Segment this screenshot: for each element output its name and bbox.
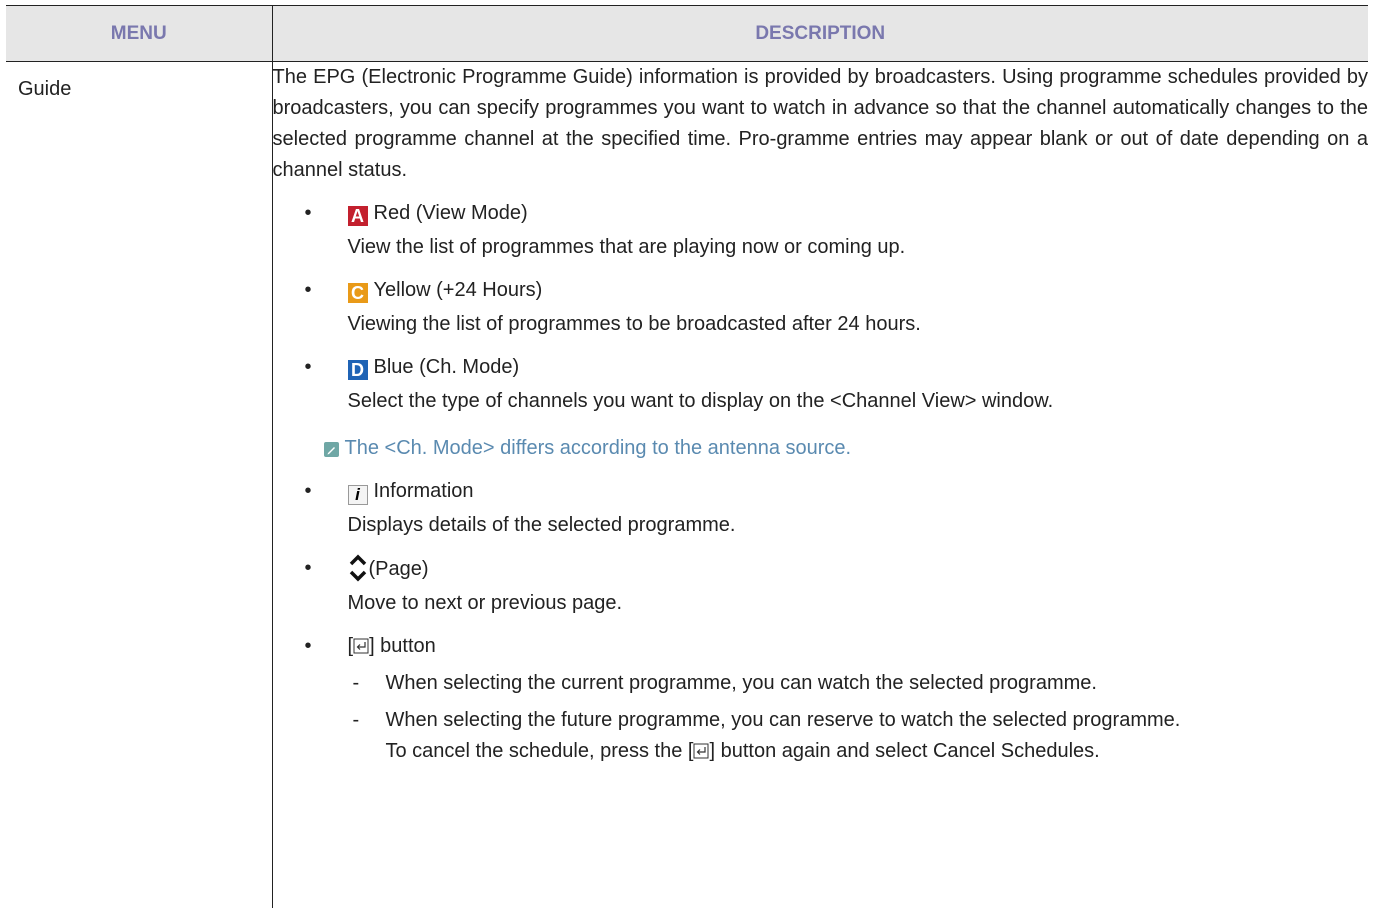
list-item-yellow: • C Yellow (+24 Hours) Viewing the list o… [273,275,1369,340]
note-pencil-icon [324,442,339,457]
dash: - [353,668,360,699]
sub-item-future: - When selecting the future programme, y… [273,705,1369,767]
blue-description: Select the type of channels you want to … [348,386,1369,417]
blue-d-key-icon: D [348,360,368,380]
info-key-icon: i [348,485,368,505]
note-text: The <Ch. Mode> differs according to the … [345,437,852,459]
red-a-key-icon: A [348,206,368,226]
table-header-row: MENU DESCRIPTION [6,6,1368,62]
list-item-page: • (Page) Move to next or previous page. [273,553,1369,619]
page-description: Move to next or previous page. [348,588,1369,619]
yellow-title: Yellow (+24 Hours) [374,279,543,301]
information-description: Displays details of the selected program… [348,510,1369,541]
enter-button-icon [353,633,369,649]
header-description: DESCRIPTION [272,6,1368,62]
yellow-c-key-icon: C [348,283,368,303]
bullet: • [305,198,312,229]
menu-cell-guide: Guide [6,62,272,908]
sub-item-future-line1: When selecting the future programme, you… [386,709,1181,731]
bullet: • [305,476,312,507]
bullet: • [305,631,312,662]
header-menu: MENU [6,6,272,62]
information-title: Information [374,480,474,502]
dash: - [353,705,360,736]
list-item-red: • A Red (View Mode) View the list of prog… [273,198,1369,263]
red-title: Red (View Mode) [374,202,528,224]
yellow-description: Viewing the list of programmes to be bro… [348,309,1369,340]
list-item-enter: • [ ] button [273,631,1369,662]
bullet: • [305,275,312,306]
red-description: View the list of programmes that are pla… [348,232,1369,263]
sub-item-current-text: When selecting the current programme, yo… [386,672,1097,694]
list-item-information: • i Information Displays details of the s… [273,476,1369,541]
intro-paragraph: The EPG (Electronic Programme Guide) inf… [273,62,1369,186]
note: The <Ch. Mode> differs according to the … [273,433,1369,464]
enter-button-icon [693,738,709,754]
bullet: • [305,352,312,383]
page-up-down-icon [348,553,368,583]
menu-table: MENU DESCRIPTION Guide The EPG (Electron… [6,5,1368,908]
sub-item-current: - When selecting the current programme, … [273,668,1369,699]
page-title: (Page) [369,558,429,580]
table-row: Guide The EPG (Electronic Programme Guid… [6,62,1368,908]
description-cell: The EPG (Electronic Programme Guide) inf… [272,62,1368,908]
blue-title: Blue (Ch. Mode) [374,356,520,378]
sub-item-future-line2-suffix: ] button again and select Cancel Schedul… [709,740,1099,762]
enter-title-suffix: ] button [369,635,436,657]
list-item-blue: • D Blue (Ch. Mode) Select the type of ch… [273,352,1369,417]
sub-item-future-line2-prefix: To cancel the schedule, press the [ [386,740,694,762]
bullet: • [305,553,312,584]
